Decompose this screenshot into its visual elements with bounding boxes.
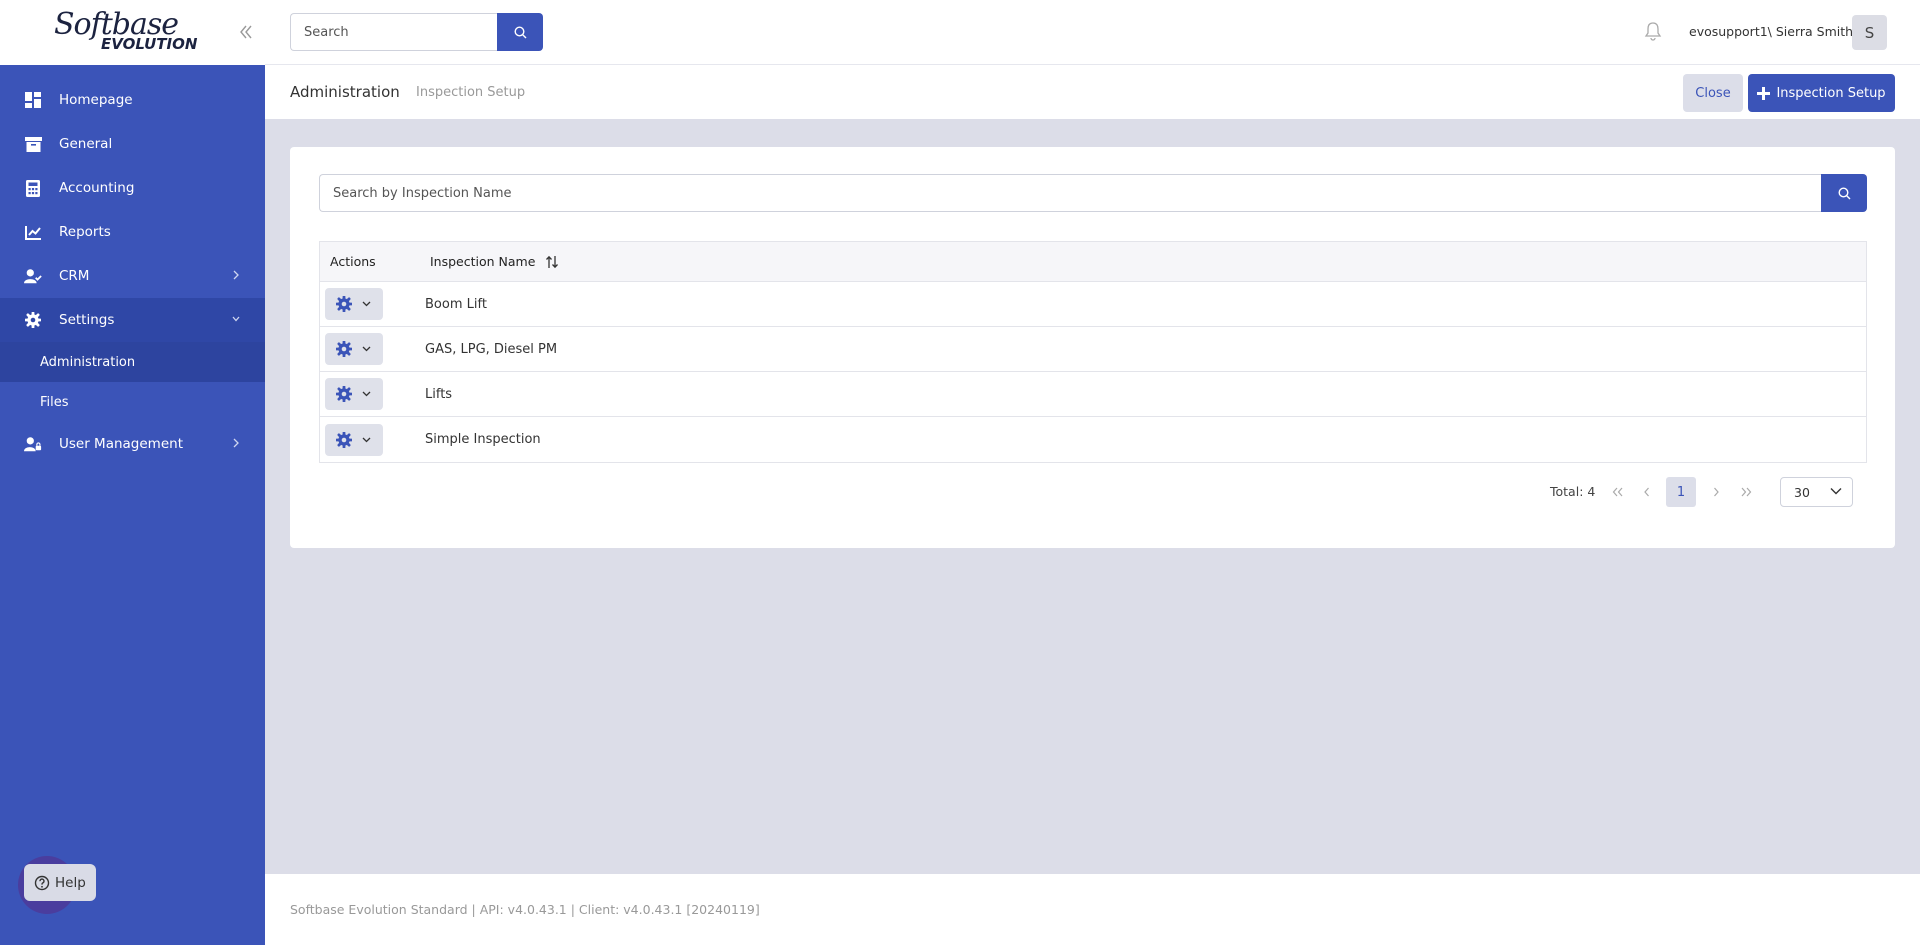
gear-icon xyxy=(24,311,42,329)
chevron-down-icon xyxy=(362,437,371,442)
close-button[interactable]: Close xyxy=(1683,74,1743,112)
last-page-icon[interactable] xyxy=(1731,477,1761,507)
page-header: Administration Inspection Setup Close In… xyxy=(265,65,1920,119)
sidebar-subitem-files[interactable]: Files xyxy=(0,382,265,422)
sidebar-item-user-management[interactable]: User Management xyxy=(0,422,265,466)
softbase-logo[interactable]: Softbase EVOLUTION xyxy=(54,10,197,52)
search-icon xyxy=(513,25,526,38)
breadcrumb-main[interactable]: Administration xyxy=(290,83,400,101)
top-bar: evosupport1\ Sierra Smith S xyxy=(265,0,1920,65)
plus-icon xyxy=(1757,86,1771,100)
sidebar-item-label: Homepage xyxy=(59,92,133,108)
page-button-current[interactable]: 1 xyxy=(1666,477,1696,507)
chevron-down-icon xyxy=(1830,488,1842,495)
sort-icon[interactable] xyxy=(545,255,559,269)
column-header-label: Inspection Name xyxy=(430,254,536,269)
line-chart-icon xyxy=(24,223,42,241)
previous-page-icon[interactable] xyxy=(1632,477,1662,507)
chevron-right-icon xyxy=(233,438,239,448)
global-search-button[interactable] xyxy=(497,13,543,51)
chevron-down-icon xyxy=(362,346,371,352)
logo-line2: EVOLUTION xyxy=(101,35,198,53)
table-row: Lifts xyxy=(320,372,1866,417)
first-page-icon[interactable] xyxy=(1603,477,1633,507)
search-icon xyxy=(1837,186,1850,199)
inspection-search-button[interactable] xyxy=(1821,174,1867,212)
gear-icon xyxy=(336,386,352,402)
sidebar-item-label: User Management xyxy=(59,436,183,452)
page-size-value: 30 xyxy=(1794,484,1810,500)
sidebar-item-homepage[interactable]: Homepage xyxy=(0,78,265,122)
users-icon xyxy=(24,267,42,285)
help-label: Help xyxy=(55,874,86,891)
help-widget: Help xyxy=(18,856,96,914)
inspection-name-cell[interactable]: Lifts xyxy=(425,387,452,402)
dashboard-icon xyxy=(24,91,42,109)
table-row: GAS, LPG, Diesel PM xyxy=(320,327,1866,372)
sidebar-nav: Homepage General Accounting Reports CRM xyxy=(0,78,265,466)
sidebar-subitem-label: Administration xyxy=(40,354,136,370)
row-actions-button[interactable] xyxy=(325,288,383,320)
page-size-select[interactable]: 30 xyxy=(1780,477,1853,507)
sidebar-item-label: CRM xyxy=(59,268,90,284)
row-actions-button[interactable] xyxy=(325,333,383,365)
archive-icon xyxy=(24,135,42,153)
sidebar-item-accounting[interactable]: Accounting xyxy=(0,166,265,210)
add-inspection-setup-button[interactable]: Inspection Setup xyxy=(1748,74,1895,112)
next-page-icon[interactable] xyxy=(1701,477,1731,507)
avatar[interactable]: S xyxy=(1852,15,1887,50)
inspection-list-card: Actions Inspection Name Boom Lift GAS, L… xyxy=(290,147,1895,548)
sidebar-subitem-administration[interactable]: Administration xyxy=(0,342,265,382)
bell-icon[interactable] xyxy=(1644,21,1662,45)
global-search-input[interactable] xyxy=(290,13,498,51)
gear-icon xyxy=(336,341,352,357)
version-info: Softbase Evolution Standard | API: v4.0.… xyxy=(290,902,760,917)
user-lock-icon xyxy=(24,435,42,453)
chevron-down-icon xyxy=(362,301,371,307)
gear-icon xyxy=(336,431,352,448)
sidebar-item-general[interactable]: General xyxy=(0,122,265,166)
pagination: Total: 4 1 30 xyxy=(290,477,1895,507)
sidebar-subitem-label: Files xyxy=(40,394,69,410)
inspection-name-cell[interactable]: Boom Lift xyxy=(425,297,487,312)
gear-icon xyxy=(336,296,352,312)
chevron-down-icon xyxy=(362,391,371,397)
sidebar-item-reports[interactable]: Reports xyxy=(0,210,265,254)
sidebar-item-settings[interactable]: Settings xyxy=(0,298,265,342)
inspection-name-cell[interactable]: GAS, LPG, Diesel PM xyxy=(425,342,557,357)
question-circle-icon xyxy=(34,875,50,890)
sidebar-item-label: Settings xyxy=(59,312,115,328)
table-header: Actions Inspection Name xyxy=(320,242,1866,282)
table-row: Simple Inspection xyxy=(320,417,1866,462)
sidebar-item-label: General xyxy=(59,136,113,152)
inspection-search-input[interactable] xyxy=(319,174,1822,212)
column-header-inspection-name[interactable]: Inspection Name xyxy=(430,254,559,269)
help-button[interactable]: Help xyxy=(24,864,96,901)
column-header-actions: Actions xyxy=(330,254,376,269)
sidebar-item-label: Reports xyxy=(59,224,111,240)
add-button-label: Inspection Setup xyxy=(1776,85,1886,101)
row-actions-button[interactable] xyxy=(325,378,383,410)
inspection-table: Actions Inspection Name Boom Lift GAS, L… xyxy=(319,241,1867,463)
total-count: Total: 4 xyxy=(1550,484,1596,499)
user-name[interactable]: evosupport1\ Sierra Smith xyxy=(1689,24,1853,39)
footer: Softbase Evolution Standard | API: v4.0.… xyxy=(265,874,1920,945)
row-actions-button[interactable] xyxy=(325,423,383,456)
chevron-down-icon xyxy=(232,316,240,322)
sidebar-item-label: Accounting xyxy=(59,180,135,196)
breadcrumb-current: Inspection Setup xyxy=(416,85,526,100)
sidebar-item-crm[interactable]: CRM xyxy=(0,254,265,298)
inspection-name-cell[interactable]: Simple Inspection xyxy=(425,432,541,447)
collapse-sidebar-icon[interactable] xyxy=(238,22,254,42)
calculator-icon xyxy=(24,179,42,197)
logo-area: Softbase EVOLUTION xyxy=(0,0,265,65)
chevron-right-icon xyxy=(233,270,239,280)
sidebar: Softbase EVOLUTION Homepage General Acco… xyxy=(0,0,265,945)
table-row: Boom Lift xyxy=(320,282,1866,327)
